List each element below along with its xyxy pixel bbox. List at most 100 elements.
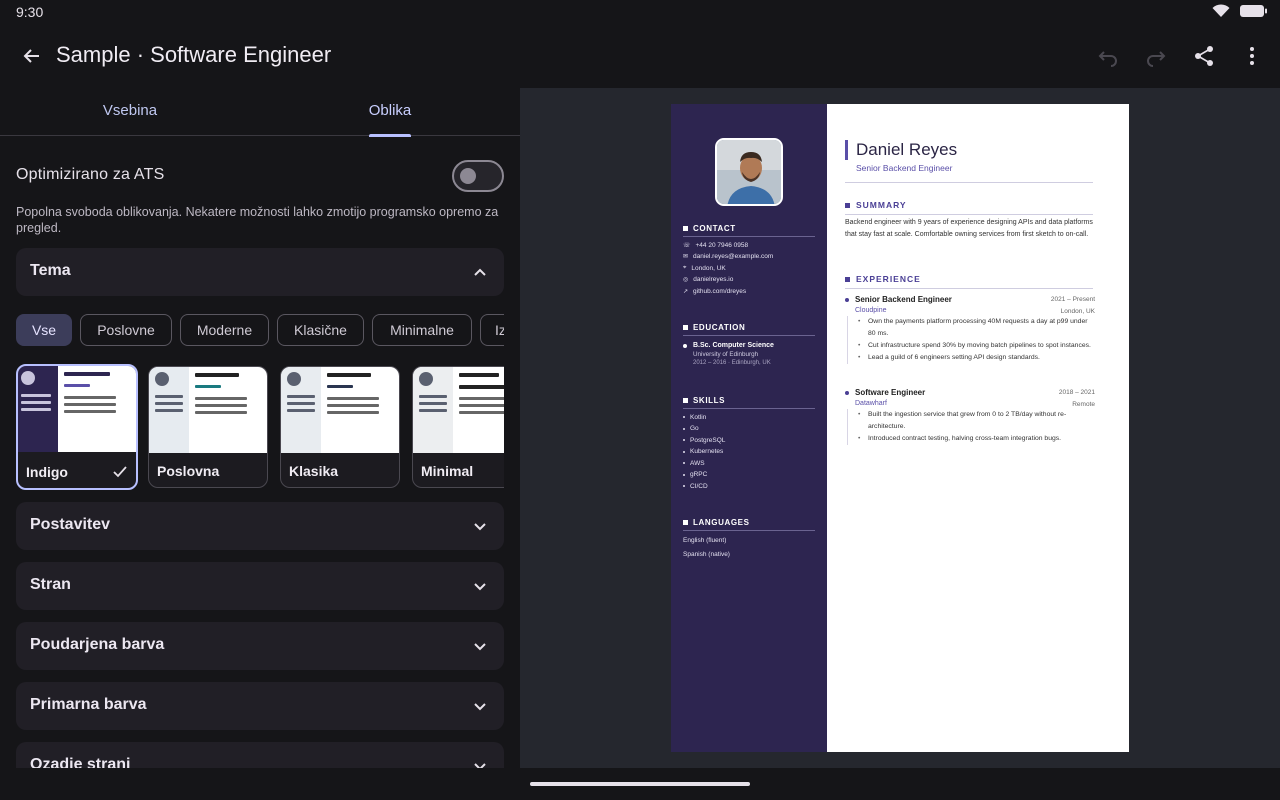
chevron-up-icon — [474, 268, 486, 276]
ats-description: Popolna svoboda oblikovanja. Nekatere mo… — [16, 205, 499, 235]
job-bullet: Built the ingestion service that grew fr… — [858, 409, 1095, 433]
section-layout[interactable]: Postavitev — [16, 502, 504, 550]
system-icons — [1212, 4, 1268, 23]
skill-item: Kubernetes — [683, 448, 815, 455]
tab-content[interactable]: Vsebina — [0, 88, 260, 136]
tab-design[interactable]: Oblika — [260, 88, 520, 137]
website-row: ◎ danielreyes.io — [683, 276, 734, 283]
section-accent-color[interactable]: Poudarjena barva — [16, 622, 504, 670]
skill-item: gRPC — [683, 471, 815, 478]
preview-sidebar — [413, 367, 453, 453]
status-bar: 9:30 — [0, 0, 1280, 24]
divider — [845, 214, 1093, 215]
language-item: Spanish (native) — [683, 551, 730, 558]
chevron-down-icon — [474, 703, 486, 711]
section-page[interactable]: Stran — [16, 562, 504, 610]
languages-section: LANGUAGES English (fluent) Spanish (nati… — [683, 518, 815, 558]
resume-name: Daniel Reyes — [845, 140, 957, 160]
theme-carousel: Indigo Poslovna Klasika Minimal — [16, 364, 504, 490]
theme-name: Minimal — [421, 463, 474, 479]
chip-more[interactable]: Iz — [480, 314, 504, 346]
chip-minimal[interactable]: Minimalne — [372, 314, 472, 346]
theme-card-minimal[interactable]: Minimal — [412, 366, 504, 488]
job-dates: 2021 – Present — [1050, 296, 1095, 303]
job-dates: 2018 – 2021 — [1058, 389, 1095, 396]
undo-button[interactable] — [1088, 36, 1128, 76]
section-label: Postavitev — [30, 516, 111, 533]
summary-text: Backend engineer with 9 years of experie… — [845, 219, 1093, 238]
undo-icon — [1098, 51, 1117, 67]
profile-photo — [715, 138, 783, 206]
chip-business[interactable]: Poslovne — [80, 314, 172, 346]
summary-heading: SUMMARY — [845, 200, 907, 210]
theme-preview — [149, 367, 267, 453]
theme-card-classic[interactable]: Klasika — [280, 366, 400, 488]
chip-classic[interactable]: Klasične — [277, 314, 364, 346]
section-label: Stran — [30, 576, 71, 593]
status-time: 9:30 — [16, 4, 44, 20]
share-icon — [1195, 46, 1213, 66]
job-location: Remote — [1072, 401, 1095, 408]
divider — [845, 182, 1093, 183]
theme-card-business[interactable]: Poslovna — [148, 366, 268, 488]
job-bullet: Own the payments platform processing 40M… — [858, 316, 1095, 340]
preview-sidebar — [149, 367, 189, 453]
job-bullet: Introduced contract testing, halving cro… — [858, 433, 1095, 445]
tab-bar: Vsebina Oblika — [0, 88, 520, 137]
resume-sidebar: CONTACT ☏ +44 20 7946 0958 ✉ daniel.reyes@… — [671, 104, 827, 752]
education-entry: B.Sc. Computer Science University of Edi… — [683, 342, 815, 366]
more-vert-icon — [1250, 47, 1254, 65]
skill-item: Kotlin — [683, 414, 815, 421]
education-section: EDUCATION B.Sc. Computer Science Univers… — [683, 323, 815, 366]
skill-item: Go — [683, 425, 815, 432]
theme-name: Poslovna — [157, 463, 220, 479]
gesture-handle[interactable] — [530, 782, 750, 786]
contact-heading: CONTACT — [683, 224, 815, 237]
skills-heading: SKILLS — [683, 396, 815, 409]
theme-card-indigo[interactable]: Indigo — [16, 364, 138, 490]
theme-name: Indigo — [26, 464, 68, 480]
share-button[interactable] — [1184, 36, 1224, 76]
job-bullet: Cut infrastructure spend 30% by moving b… — [858, 340, 1095, 352]
section-label: Tema — [30, 262, 71, 279]
phone-icon: ☏ — [683, 242, 691, 249]
chip-modern[interactable]: Moderne — [180, 314, 269, 346]
ats-toggle[interactable] — [452, 160, 504, 192]
location-row: ⌖ London, UK — [683, 264, 726, 272]
page-title: Sample · Software Engineer — [56, 42, 332, 67]
tab-label: Oblika — [368, 102, 412, 119]
app-bar-actions — [1088, 36, 1272, 76]
job-bullets: Own the payments platform processing 40M… — [847, 316, 1095, 364]
language-item: English (fluent) — [683, 537, 727, 544]
check-icon — [113, 466, 127, 478]
redo-button[interactable] — [1136, 36, 1176, 76]
theme-preview — [281, 367, 399, 453]
location-icon: ⌖ — [683, 264, 687, 271]
skills-section: SKILLS Kotlin Go PostgreSQL Kubernetes A… — [683, 396, 815, 490]
section-label: Primarna barva — [30, 696, 147, 713]
back-button[interactable] — [12, 36, 52, 76]
link-icon: ↗ — [683, 288, 689, 295]
section-primary-color[interactable]: Primarna barva — [16, 682, 504, 730]
chip-all[interactable]: Vse — [16, 314, 72, 346]
skill-item: PostgreSQL — [683, 437, 815, 444]
tab-label: Vsebina — [102, 102, 158, 119]
toggle-knob — [460, 168, 476, 184]
redo-icon — [1147, 51, 1166, 67]
more-options-button[interactable] — [1232, 36, 1272, 76]
theme-name: Klasika — [289, 463, 339, 479]
job-company: Datawharf — [855, 400, 887, 407]
chevron-down-icon — [474, 523, 486, 531]
section-label: Ozadje strani — [30, 756, 131, 768]
resume-role: Senior Backend Engineer — [856, 163, 953, 173]
resume-main: Daniel Reyes Senior Backend Engineer SUM… — [827, 104, 1129, 752]
section-theme[interactable]: Tema — [16, 248, 504, 296]
section-page-background[interactable]: Ozadje strani — [16, 742, 504, 768]
education-heading: EDUCATION — [683, 323, 815, 336]
resume-page[interactable]: CONTACT ☏ +44 20 7946 0958 ✉ daniel.reyes@… — [671, 104, 1129, 752]
experience-heading: EXPERIENCE — [845, 274, 921, 284]
job-bullet: Lead a guild of 6 engineers setting API … — [858, 352, 1095, 364]
preview-sidebar — [18, 366, 58, 452]
globe-icon: ◎ — [683, 277, 689, 283]
chevron-down-icon — [474, 583, 486, 591]
